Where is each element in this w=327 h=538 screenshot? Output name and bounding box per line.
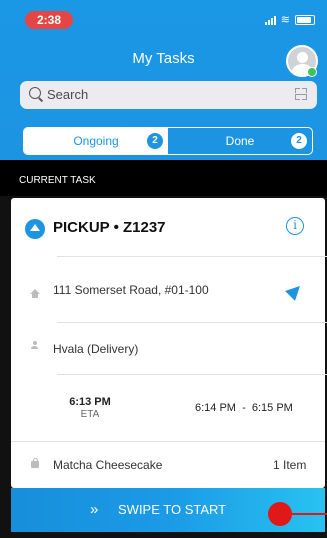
tab-label: Done <box>225 134 255 148</box>
search-icon <box>29 87 41 99</box>
count-badge: 2 <box>291 133 307 149</box>
section-label: CURRENT TASK <box>19 175 96 186</box>
item-count: 1 Item <box>273 458 307 472</box>
item-name: Matcha Cheesecake <box>53 458 163 472</box>
home-icon <box>30 289 40 298</box>
search-placeholder: Search <box>47 87 89 102</box>
swipe-label: SWIPE TO START <box>118 502 227 517</box>
battery-icon <box>295 15 315 25</box>
bag-icon <box>31 458 39 468</box>
swipe-track-line <box>290 513 327 515</box>
pickup-icon <box>25 219 45 239</box>
divider <box>57 374 327 375</box>
signal-icon <box>264 15 276 25</box>
wifi-icon: ≋ <box>280 13 290 26</box>
swipe-handle[interactable] <box>268 502 292 526</box>
person-icon <box>31 341 38 349</box>
divider <box>57 256 327 257</box>
time-window: 6:14 PM - 6:15 PM <box>195 402 293 414</box>
status-icons: ≋ <box>264 13 315 26</box>
divider <box>11 441 325 442</box>
section-header: CURRENT TASK <box>0 160 327 196</box>
page-title: My Tasks <box>132 50 195 67</box>
info-icon[interactable]: i <box>286 217 304 235</box>
eta-label: ETA <box>80 409 100 420</box>
online-status-icon <box>307 67 317 77</box>
count-badge: 2 <box>147 133 163 149</box>
search-input[interactable]: Search <box>20 81 317 109</box>
task-title: PICKUP • Z1237 <box>53 219 166 236</box>
tab-label: Ongoing <box>73 134 119 148</box>
task-recipient: Hvala (Delivery) <box>53 342 139 356</box>
eta-time: 6:13 PM <box>69 396 111 408</box>
tab-ongoing[interactable]: Ongoing 2 <box>24 128 168 154</box>
status-time: 2:38 <box>25 11 73 29</box>
tab-done[interactable]: Done 2 <box>168 128 312 154</box>
task-tabs: Ongoing 2 Done 2 <box>23 127 313 155</box>
double-chevron-icon: » <box>90 501 99 518</box>
task-address: 111 Somerset Road, #01-100 <box>53 283 209 297</box>
scan-icon[interactable] <box>295 88 307 100</box>
divider <box>57 322 327 323</box>
